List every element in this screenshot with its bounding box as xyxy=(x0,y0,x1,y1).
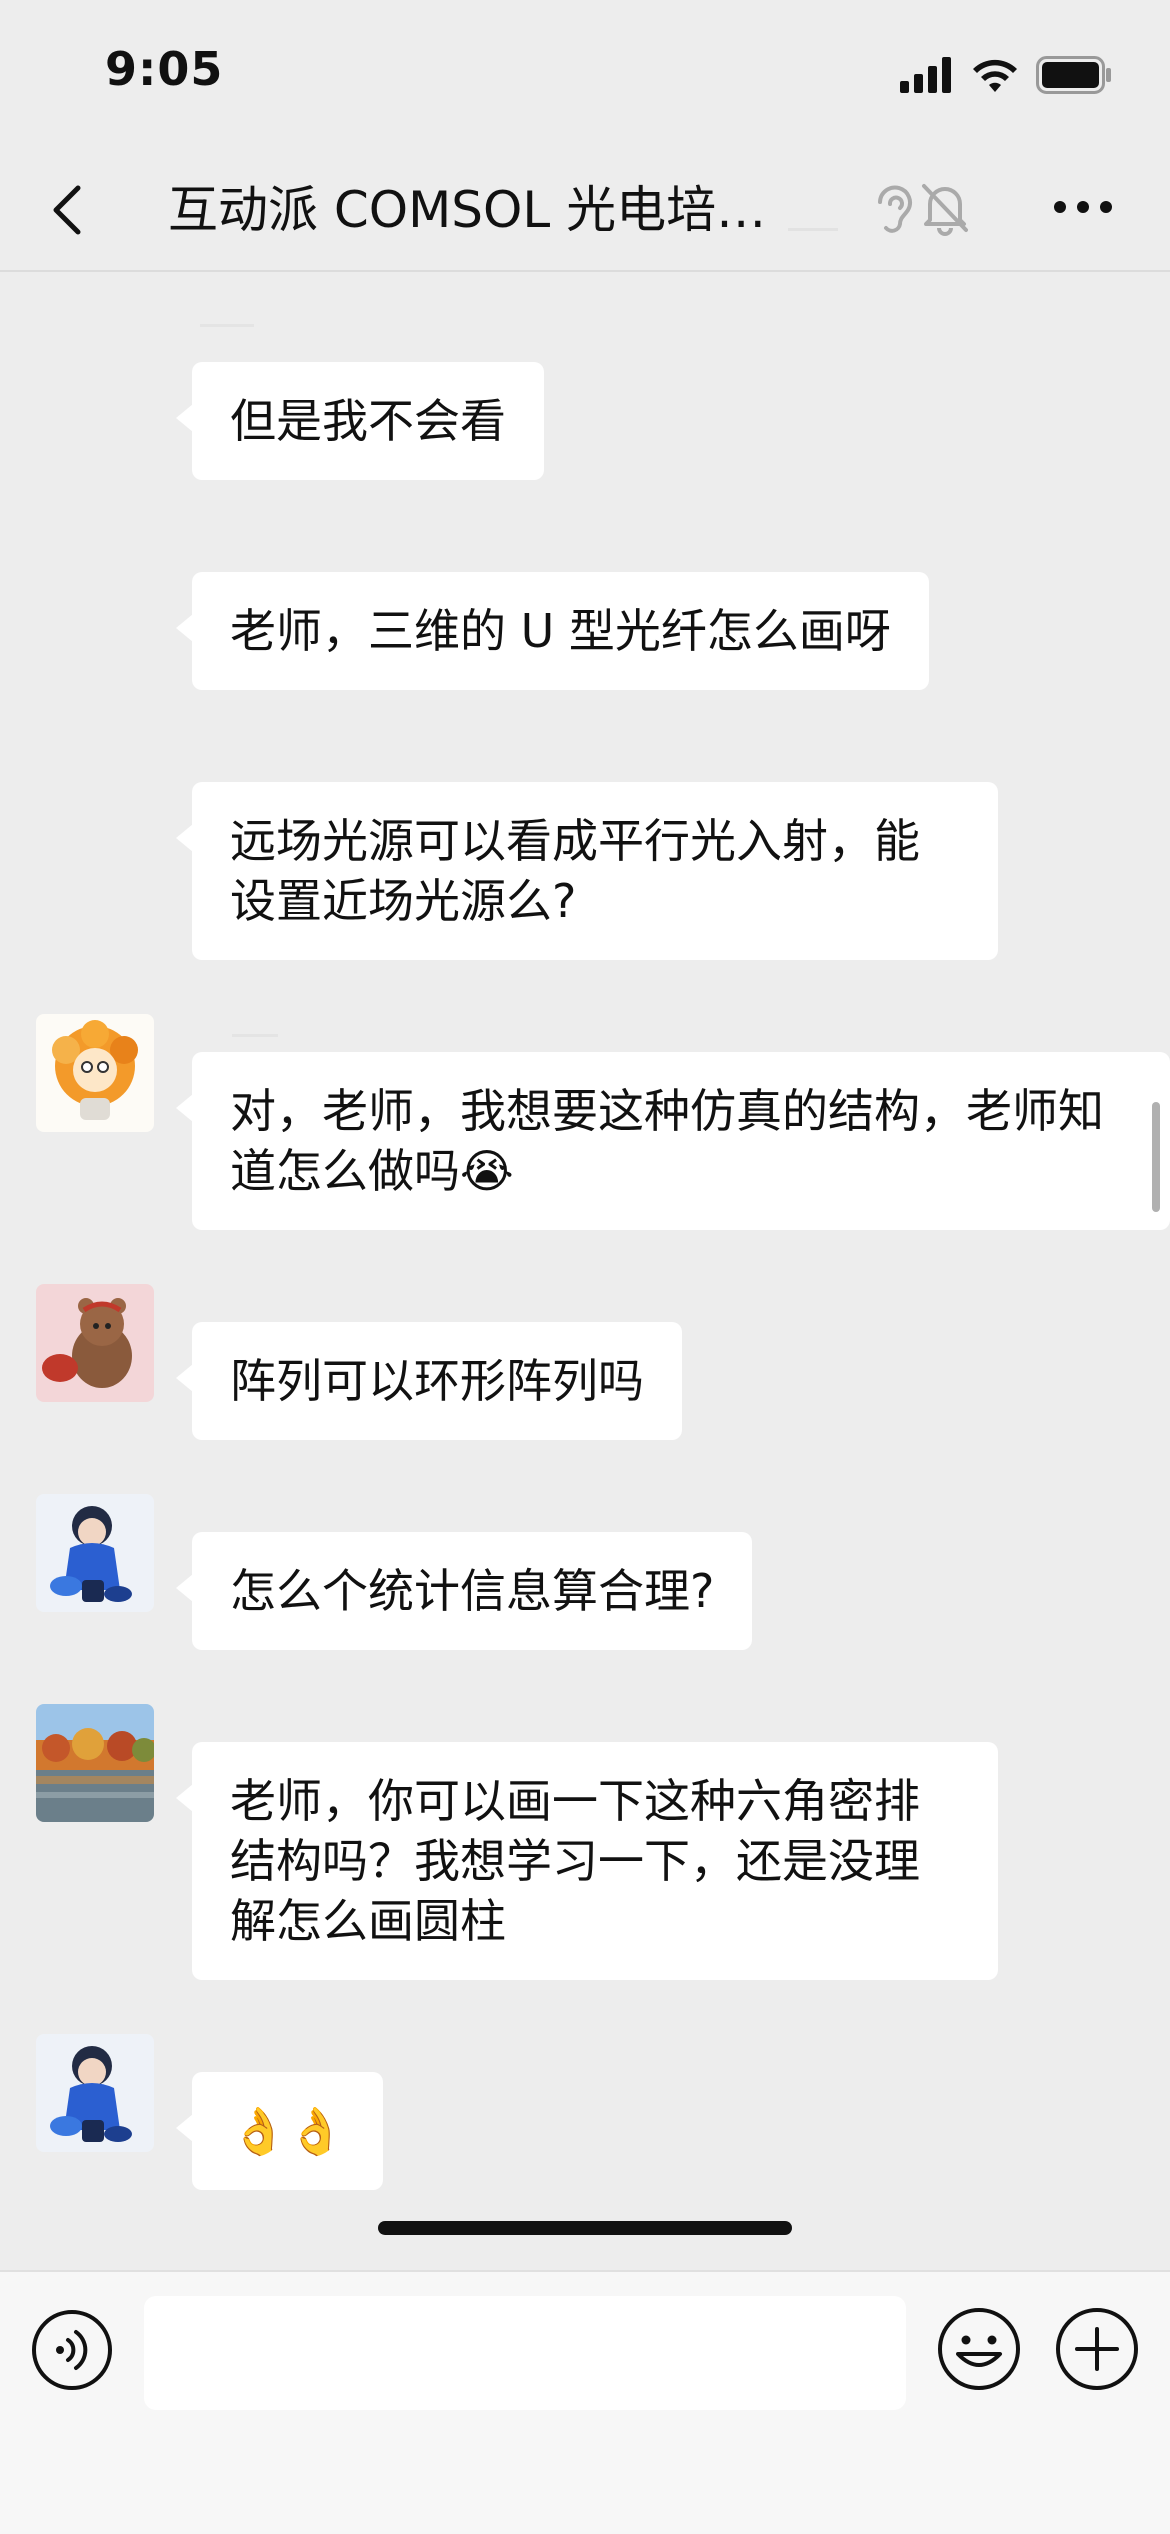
message-text: 对，老师，我想要这种仿真的结构，老师知道怎么做吗😭 xyxy=(230,1084,1104,1198)
avatar[interactable] xyxy=(36,1014,154,1132)
message-bubble[interactable]: 怎么个统计信息算合理? xyxy=(175,1532,753,1650)
back-icon[interactable] xyxy=(40,178,100,242)
title-redaction xyxy=(788,228,838,231)
sender-name-redaction xyxy=(232,1034,278,1037)
emoji-icon[interactable] xyxy=(936,2306,1022,2392)
earpiece-mode-icon xyxy=(870,180,920,236)
message-text: 阵列可以环形阵列吗 xyxy=(230,1354,644,1408)
message-text: 老师，你可以画一下这种六角密排结构吗？我想学习一下，还是没理解怎么画圆柱 xyxy=(230,1774,920,1948)
scrollbar-thumb[interactable] xyxy=(1152,1102,1160,1212)
wifi-icon xyxy=(973,59,1017,92)
chat-area: 但是我不会看 老师，三维的 U 型光纤怎么画呀 远场光源可以看成平行光入射，能设… xyxy=(0,272,1170,2268)
chat-title: 互动派 COMSOL 光电培… xyxy=(168,181,767,239)
message-bubble[interactable]: 👌👌 xyxy=(176,2072,383,2190)
home-indicator[interactable] xyxy=(378,2221,792,2235)
status-bar: 9:05 xyxy=(0,0,1170,150)
message-text: 远场光源可以看成平行光入射，能设置近场光源么? xyxy=(230,814,920,928)
input-bar xyxy=(0,2270,1170,2534)
message-bubble[interactable]: 远场光源可以看成平行光入射，能设置近场光源么? xyxy=(176,782,998,960)
message-bubble[interactable]: 阵列可以环形阵列吗 xyxy=(176,1322,682,1440)
signal-icon xyxy=(900,57,951,93)
avatar[interactable] xyxy=(36,2034,154,2152)
mute-notifications-icon xyxy=(918,180,972,236)
message-bubble[interactable]: 老师，你可以画一下这种六角密排结构吗？我想学习一下，还是没理解怎么画圆柱 xyxy=(176,1742,998,1980)
status-icons xyxy=(900,52,1112,98)
nav-bar: 互动派 COMSOL 光电培… xyxy=(0,150,1170,272)
message-text: 👌👌 xyxy=(230,2104,345,2158)
avatar[interactable] xyxy=(36,1494,154,1612)
voice-input-icon[interactable] xyxy=(30,2308,114,2392)
plus-icon[interactable] xyxy=(1054,2306,1140,2392)
message-text: 怎么个统计信息算合理? xyxy=(230,1564,715,1618)
avatar[interactable] xyxy=(36,1704,154,1822)
message-text: 但是我不会看 xyxy=(230,394,506,448)
message-text: 老师，三维的 U 型光纤怎么画呀 xyxy=(230,604,891,658)
sender-name-redaction xyxy=(200,324,254,327)
battery-icon xyxy=(1036,56,1111,94)
more-icon[interactable] xyxy=(1052,192,1114,222)
message-bubble[interactable]: 但是我不会看 xyxy=(176,362,544,480)
message-bubble[interactable]: 对，老师，我想要这种仿真的结构，老师知道怎么做吗😭 xyxy=(176,1052,1170,1230)
message-bubble[interactable]: 老师，三维的 U 型光纤怎么画呀 xyxy=(176,572,929,690)
message-input[interactable] xyxy=(144,2296,906,2410)
avatar[interactable] xyxy=(36,1284,154,1402)
status-time: 9:05 xyxy=(105,42,224,96)
